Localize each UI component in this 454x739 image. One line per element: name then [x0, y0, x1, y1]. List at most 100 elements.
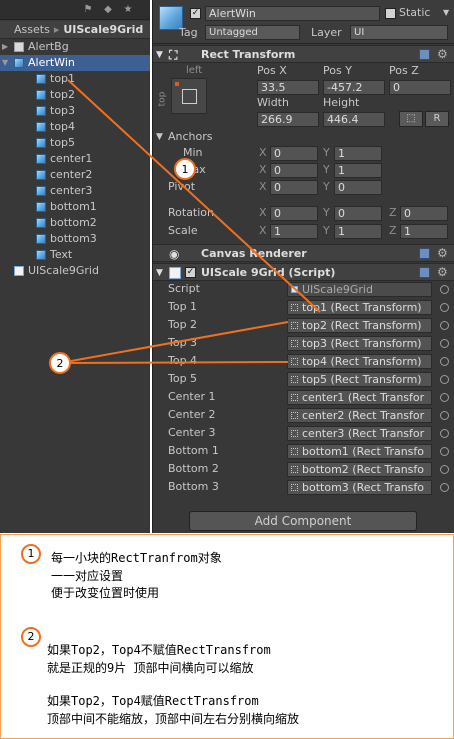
rect-transform-reference-field[interactable]: top5 (Rect Transform)	[287, 372, 432, 387]
scale-y-field[interactable]: 1	[334, 224, 382, 239]
lock-icon[interactable]: ⚑	[80, 3, 96, 17]
object-target-icon[interactable]	[440, 411, 449, 420]
active-checkbox[interactable]: ✓	[190, 8, 201, 19]
canvas-renderer-header[interactable]: ◉ Canvas Renderer ⚙	[153, 244, 454, 262]
help-book-icon[interactable]	[419, 49, 430, 60]
rect-transform-reference-field[interactable]: center3 (Rect Transfor	[287, 426, 432, 441]
cube-icon	[36, 154, 46, 164]
width-field[interactable]: 266.9	[257, 112, 319, 127]
rect-transform-reference-field[interactable]: top1 (Rect Transform)	[287, 300, 432, 315]
pivot-x-field[interactable]: 0	[270, 180, 318, 195]
max-y-label: Y	[323, 163, 330, 176]
min-y-field[interactable]: 1	[334, 146, 382, 161]
script-gear-icon[interactable]: ⚙	[437, 265, 448, 279]
hierarchy-item-top5[interactable]: top5	[0, 135, 150, 151]
object-header: ✓ AlertWin Static ▼ Tag Untagged Layer U…	[153, 0, 454, 44]
hierarchy-item-label: UIScale9Grid	[28, 264, 99, 277]
filter-icon[interactable]: ◆	[100, 3, 116, 17]
rotation-y-field[interactable]: 0	[334, 206, 382, 221]
pos-y-field[interactable]: -457.2	[323, 80, 385, 95]
field-label: Top 3	[168, 336, 198, 349]
collapse-arrow-icon[interactable]: ▼	[156, 48, 163, 62]
max-x-field[interactable]: 0	[270, 163, 318, 178]
max-y-field[interactable]: 1	[334, 163, 382, 178]
static-checkbox[interactable]	[385, 8, 396, 19]
rect-transform-reference-field[interactable]: top2 (Rect Transform)	[287, 318, 432, 333]
canvas-help-book-icon[interactable]	[419, 248, 430, 259]
blueprint-mode-button[interactable]: ⬚	[399, 111, 423, 127]
rect-transform-reference-field[interactable]: bottom2 (Rect Transfo	[287, 462, 432, 477]
script-enabled-checkbox[interactable]: ✓	[185, 267, 196, 278]
hierarchy-item-bottom1[interactable]: bottom1	[0, 199, 150, 215]
hierarchy-item-center1[interactable]: center1	[0, 151, 150, 167]
height-label: Height	[323, 96, 360, 109]
rotation-z-field[interactable]: 0	[400, 206, 448, 221]
height-field[interactable]: 446.4	[323, 112, 385, 127]
expanded-arrow-icon[interactable]: ▼	[2, 55, 12, 71]
rect-transform-reference-field[interactable]: top4 (Rect Transform)	[287, 354, 432, 369]
rect-transform-reference-field[interactable]: center2 (Rect Transfor	[287, 408, 432, 423]
hierarchy-item-bottom2[interactable]: bottom2	[0, 215, 150, 231]
hierarchy-item-alertbg[interactable]: ▶ AlertBg	[0, 39, 150, 55]
field-label: Top 4	[168, 354, 198, 367]
breadcrumb-root[interactable]: Assets	[14, 23, 50, 36]
script-component-header[interactable]: ▼ ✓ UIScale 9Grid (Script) ⚙	[153, 263, 454, 281]
hierarchy-item-label: center1	[50, 152, 93, 165]
script-reference-field[interactable]: UIScale9Grid	[287, 282, 432, 297]
raw-edit-button[interactable]: R	[425, 111, 449, 127]
layer-value: UI	[354, 27, 365, 38]
tag-dropdown[interactable]: Untagged	[205, 25, 300, 40]
reference-value: bottom1 (Rect Transfo	[302, 445, 425, 458]
rect-transform-reference-field[interactable]: bottom1 (Rect Transfo	[287, 444, 432, 459]
field-label: Bottom 2	[168, 462, 219, 475]
rect-transform-reference-field[interactable]: bottom3 (Rect Transfo	[287, 480, 432, 495]
hierarchy-item-center3[interactable]: center3	[0, 183, 150, 199]
object-target-icon[interactable]	[440, 375, 449, 384]
anchor-preset-button[interactable]	[171, 78, 207, 114]
scale-x-field[interactable]: 1	[270, 224, 318, 239]
hierarchy-item-uiscale9grid[interactable]: UIScale9Grid	[0, 263, 150, 279]
pivot-y-field[interactable]: 0	[334, 180, 382, 195]
pos-x-field[interactable]: 33.5	[257, 80, 319, 95]
hierarchy-item-top2[interactable]: top2	[0, 87, 150, 103]
script-help-book-icon[interactable]	[419, 267, 430, 278]
breadcrumb-current[interactable]: UIScale9Grid	[63, 23, 143, 36]
canvas-gear-icon[interactable]: ⚙	[437, 246, 448, 260]
layer-dropdown[interactable]: UI	[350, 25, 448, 40]
script-target-icon[interactable]	[440, 285, 449, 294]
hierarchy-item-top4[interactable]: top4	[0, 119, 150, 135]
static-dropdown-icon[interactable]: ▼	[443, 6, 449, 20]
min-x-field[interactable]: 0	[270, 146, 318, 161]
object-target-icon[interactable]	[440, 429, 449, 438]
object-target-icon[interactable]	[440, 321, 449, 330]
rect-transform-header[interactable]: ▼ ⛶ Rect Transform ⚙	[153, 45, 454, 63]
add-component-button[interactable]: Add Component	[189, 511, 417, 531]
hierarchy-item-alertwin[interactable]: ▼ AlertWin	[0, 55, 150, 71]
collapsed-arrow-icon[interactable]: ▶	[2, 39, 12, 55]
rect-transform-reference-field[interactable]: top3 (Rect Transform)	[287, 336, 432, 351]
favorite-icon[interactable]: ★	[120, 3, 136, 17]
hierarchy-item-bottom3[interactable]: bottom3	[0, 231, 150, 247]
object-target-icon[interactable]	[440, 339, 449, 348]
field-label: Center 2	[168, 408, 216, 421]
scale-z-field[interactable]: 1	[400, 224, 448, 239]
object-target-icon[interactable]	[440, 393, 449, 402]
hierarchy-item-text[interactable]: Text	[0, 247, 150, 263]
gear-icon[interactable]: ⚙	[437, 47, 448, 61]
hierarchy-item-top1[interactable]: top1	[0, 71, 150, 87]
object-target-icon[interactable]	[440, 303, 449, 312]
rect-transform-reference-field[interactable]: center1 (Rect Transfor	[287, 390, 432, 405]
object-target-icon[interactable]	[440, 483, 449, 492]
object-target-icon[interactable]	[440, 357, 449, 366]
pos-z-field[interactable]: 0	[389, 80, 451, 95]
object-target-icon[interactable]	[440, 465, 449, 474]
script-collapse-arrow-icon[interactable]: ▼	[156, 266, 163, 280]
object-picker-icon	[291, 322, 298, 329]
object-picker-icon	[291, 358, 298, 365]
anchors-collapse-arrow-icon[interactable]: ▼	[156, 130, 163, 144]
rotation-x-field[interactable]: 0	[270, 206, 318, 221]
object-target-icon[interactable]	[440, 447, 449, 456]
object-name-field[interactable]: AlertWin	[205, 6, 380, 21]
hierarchy-item-top3[interactable]: top3	[0, 103, 150, 119]
hierarchy-item-center2[interactable]: center2	[0, 167, 150, 183]
